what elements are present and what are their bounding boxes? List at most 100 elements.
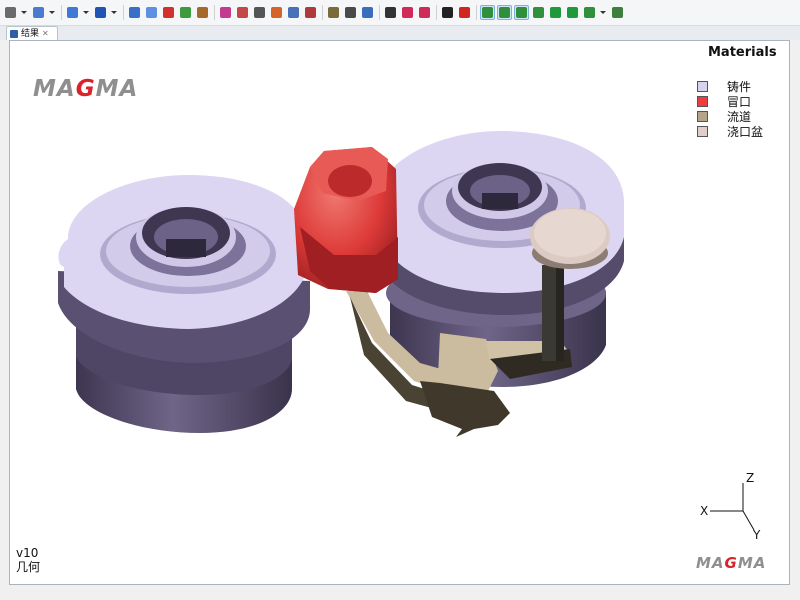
material-button[interactable] — [218, 5, 233, 20]
color-scale-button[interactable] — [269, 5, 284, 20]
tab-results[interactable]: 结果 ✕ — [6, 26, 58, 40]
dropdown-arrow-icon[interactable] — [110, 5, 117, 20]
camera-icon — [328, 7, 339, 18]
legend-swatch — [697, 81, 708, 92]
toolbar — [0, 0, 800, 26]
result-icon — [10, 29, 18, 38]
photo-icon — [197, 7, 208, 18]
table-button[interactable] — [252, 5, 267, 20]
perspective-button[interactable] — [127, 5, 142, 20]
eye-green-icon — [550, 7, 561, 18]
magma-logo: MAGMA — [33, 76, 139, 102]
no-entry-icon — [459, 7, 470, 18]
toolbar-separator — [123, 5, 124, 20]
riser — [294, 147, 398, 293]
help-view-icon — [584, 7, 595, 18]
flip-button[interactable] — [417, 5, 432, 20]
tab-label: 结果 — [21, 28, 40, 39]
tree-icon — [612, 7, 623, 18]
mirror-button[interactable] — [400, 5, 415, 20]
toolbar-separator — [436, 5, 437, 20]
cube-view-button[interactable] — [65, 5, 80, 20]
status-bar — [0, 585, 800, 600]
chart-icon — [345, 7, 356, 18]
no-entry-button[interactable] — [457, 5, 472, 20]
image-button[interactable] — [286, 5, 301, 20]
layers-button[interactable] — [178, 5, 193, 20]
help-view-button[interactable] — [582, 5, 597, 20]
tab-strip: 结果 ✕ — [0, 26, 800, 40]
dropdown-arrow-icon[interactable] — [20, 5, 27, 20]
axis-x-label: X — [700, 504, 709, 518]
camera-button[interactable] — [326, 5, 341, 20]
toolbar-separator — [476, 5, 477, 20]
close-icon[interactable]: ✕ — [42, 29, 49, 39]
axis-z-label: Z — [746, 471, 755, 485]
probe-button[interactable] — [303, 5, 318, 20]
material-icon — [220, 7, 231, 18]
legend-item: 冒口 — [697, 94, 763, 109]
fill-icon — [442, 7, 453, 18]
legend-swatch — [697, 126, 708, 137]
shaded-cube-button[interactable] — [144, 5, 159, 20]
photo-button[interactable] — [195, 5, 210, 20]
tree-button[interactable] — [610, 5, 625, 20]
eye-button[interactable] — [531, 5, 546, 20]
export-button[interactable] — [360, 5, 375, 20]
perspective-icon — [129, 7, 140, 18]
mesh-icon — [237, 7, 248, 18]
dropdown-arrow-icon[interactable] — [82, 5, 89, 20]
box-icon — [385, 7, 396, 18]
camera-view-button[interactable] — [497, 5, 512, 20]
flip-icon — [419, 7, 430, 18]
color-scale-icon — [271, 7, 282, 18]
magma-logo-small: MAGMA — [696, 554, 767, 572]
legend-label: 浇口盆 — [727, 125, 764, 139]
version-label: v10 几何 — [16, 546, 40, 574]
casting-left — [58, 175, 310, 433]
measure-button[interactable] — [31, 5, 46, 20]
axis-triad — [710, 483, 755, 531]
toolbar-separator — [379, 5, 380, 20]
axis-y-label: Y — [753, 528, 761, 542]
refresh-view-button[interactable] — [480, 5, 495, 20]
fill-button[interactable] — [440, 5, 455, 20]
measure-icon — [33, 7, 44, 18]
dropdown-arrow-icon[interactable] — [48, 5, 55, 20]
toolbar-separator — [61, 5, 62, 20]
cut-plane-button[interactable] — [161, 5, 176, 20]
solid-cube-icon — [95, 7, 106, 18]
export-icon — [362, 7, 373, 18]
mesh-button[interactable] — [235, 5, 250, 20]
3d-viewport[interactable]: MAGMA Materials 铸件 冒口 流道 浇口盆 v10 几何 Z X Y M… — [9, 40, 790, 585]
legend-swatch — [697, 96, 708, 107]
solid-cube-button[interactable] — [93, 5, 108, 20]
cube-view-icon — [67, 7, 78, 18]
3d-scene[interactable] — [10, 41, 790, 585]
chart-button[interactable] — [343, 5, 358, 20]
eye-frame-button[interactable] — [565, 5, 580, 20]
toolbar-separator — [322, 5, 323, 20]
cut-plane-icon — [163, 7, 174, 18]
eye-green-button[interactable] — [548, 5, 563, 20]
materials-legend: 铸件 冒口 流道 浇口盆 — [697, 79, 763, 139]
grid-view-button[interactable] — [514, 5, 529, 20]
layers-icon — [180, 7, 191, 18]
toolbar-separator — [214, 5, 215, 20]
probe-icon — [305, 7, 316, 18]
select-arrow-button[interactable] — [3, 5, 18, 20]
view-mode-label: 几何 — [16, 560, 41, 574]
mirror-icon — [402, 7, 413, 18]
legend-title: Materials — [708, 45, 777, 60]
box-button[interactable] — [383, 5, 398, 20]
legend-swatch — [697, 111, 708, 122]
dropdown-arrow-icon[interactable] — [599, 5, 606, 20]
eye-icon — [533, 7, 544, 18]
legend-item: 铸件 — [697, 79, 763, 94]
grid-view-icon — [516, 7, 527, 18]
legend-item: 流道 — [697, 109, 763, 124]
refresh-view-icon — [482, 7, 493, 18]
legend-item: 浇口盆 — [697, 124, 763, 139]
version-number: v10 — [16, 546, 39, 560]
image-icon — [288, 7, 299, 18]
